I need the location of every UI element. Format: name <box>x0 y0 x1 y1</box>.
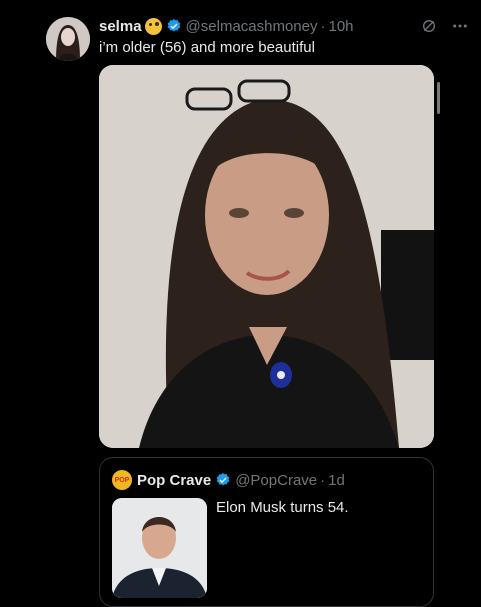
author-name[interactable]: selma <box>99 18 142 35</box>
quoted-author-handle[interactable]: @PopCrave <box>235 472 317 489</box>
separator-dot: · <box>320 471 326 489</box>
author-avatar[interactable] <box>46 17 90 61</box>
quoted-tweet-header: POP Pop Crave @PopCrave · 1d <box>112 470 345 490</box>
author-handle[interactable]: @selmacashmoney <box>186 18 318 35</box>
quoted-tweet-text: Elon Musk turns 54. <box>216 499 349 516</box>
quoted-author-name[interactable]: Pop Crave <box>137 472 211 489</box>
tweet-text: i’m older (56) and more beautiful <box>99 39 315 56</box>
zany-face-emoji-icon <box>144 17 162 35</box>
grok-icon[interactable] <box>421 18 437 34</box>
quoted-tweet-timestamp[interactable]: 1d <box>328 472 345 489</box>
quoted-author-avatar[interactable]: POP <box>112 470 132 490</box>
scrollbar-thumb[interactable] <box>437 82 440 114</box>
verified-badge-icon <box>167 19 180 32</box>
quoted-tweet-photo[interactable] <box>112 498 207 598</box>
separator-dot: · <box>320 17 326 35</box>
tweet-header: selma @selmacashmoney · 10h <box>99 16 469 36</box>
quoted-tweet[interactable]: POP Pop Crave @PopCrave · 1d Elon Musk t… <box>99 457 434 607</box>
verified-badge-icon <box>216 473 230 486</box>
tweet-photo[interactable] <box>99 65 434 448</box>
more-icon[interactable] <box>451 17 469 35</box>
tweet-timestamp[interactable]: 10h <box>329 18 354 35</box>
